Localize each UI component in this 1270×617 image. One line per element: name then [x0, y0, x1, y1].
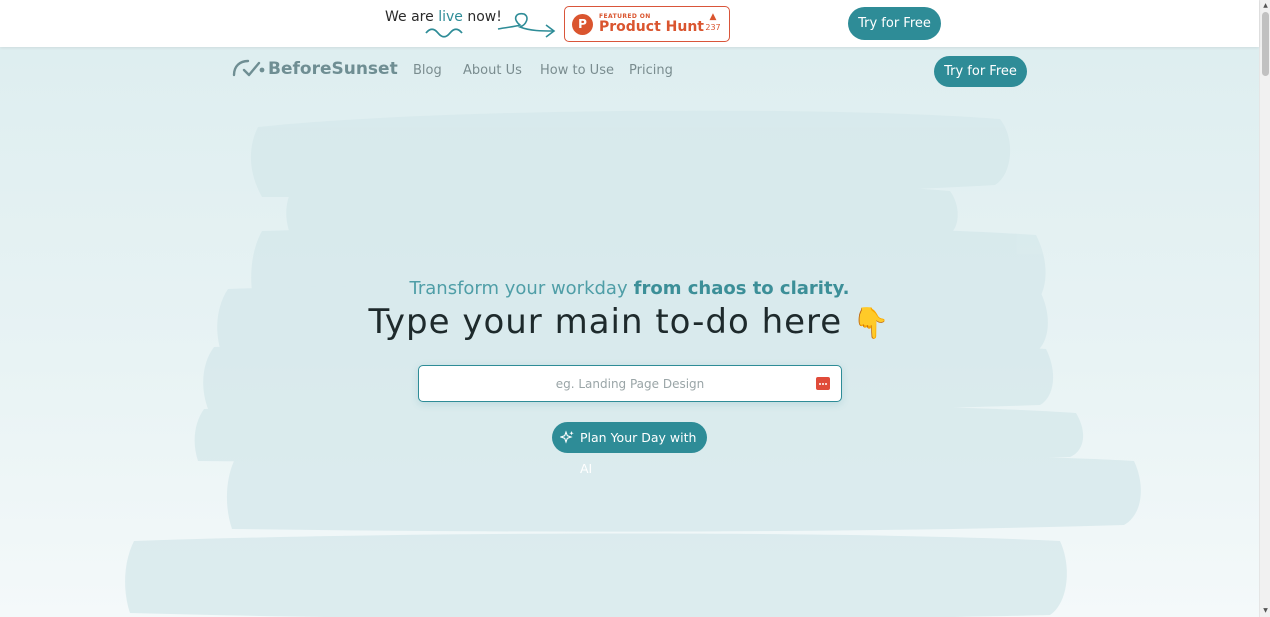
doodle-arrow-icon [497, 12, 556, 38]
sparkle-icon [560, 430, 574, 444]
ph-upvote: ▲ 237 [703, 12, 723, 34]
scroll-thumb[interactable] [1262, 12, 1269, 76]
scroll-up-arrow-icon[interactable]: ▲ [1260, 1, 1270, 11]
pointing-down-hand-icon: 👇 [852, 306, 891, 341]
headline-text: Type your main to-do here [368, 302, 843, 342]
brand-name[interactable]: BeforeSunset [268, 59, 398, 79]
hero-headline: Type your main to-do here 👇 [0, 302, 1259, 342]
upvote-count: 237 [705, 23, 721, 32]
nav-item-how-to-use[interactable]: How to Use [540, 63, 614, 78]
live-announcement: We are live now! [385, 9, 502, 25]
tagline-light: Transform your workday [409, 278, 628, 299]
main-todo-input[interactable] [418, 365, 842, 402]
announcement-bar: We are live now! P FEATURED ON Product H… [0, 0, 1259, 47]
product-hunt-logo-icon: P [572, 14, 593, 35]
sunset-check-logo-icon[interactable] [232, 58, 266, 78]
ph-name: Product Hunt [599, 19, 704, 35]
tagline-strong: from chaos to clarity. [633, 278, 850, 299]
page-scrollbar[interactable]: ▲ ▼ [1259, 0, 1270, 617]
nav-item-about-us[interactable]: About Us [463, 63, 522, 78]
announcement-try-free-button[interactable]: Try for Free [848, 7, 941, 40]
plan-day-ai-button[interactable]: Plan Your Day with AI [552, 422, 707, 476]
product-hunt-badge[interactable]: P FEATURED ON Product Hunt ▲ 237 [564, 6, 730, 42]
scroll-down-arrow-icon[interactable]: ▼ [1260, 606, 1270, 616]
keyboard-icon[interactable] [816, 377, 830, 390]
nav-try-free-button[interactable]: Try for Free [934, 56, 1027, 87]
page: We are live now! P FEATURED ON Product H… [0, 0, 1270, 617]
nav-item-pricing[interactable]: Pricing [629, 63, 673, 78]
upvote-triangle-icon: ▲ [709, 12, 717, 22]
nav-item-blog[interactable]: Blog [413, 63, 442, 78]
hero-tagline: Transform your workday from chaos to clar… [0, 278, 1259, 299]
squiggle-underline-icon [425, 28, 463, 38]
